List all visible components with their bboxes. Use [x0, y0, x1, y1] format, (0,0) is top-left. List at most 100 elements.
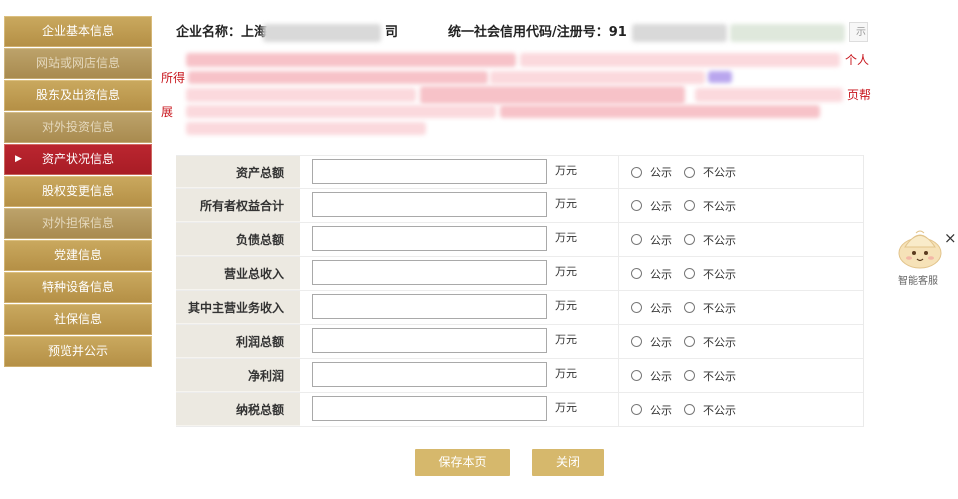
public-radio-label: 公示	[650, 403, 672, 417]
sidebar-item-shareholder-info[interactable]: 股东及出资信息	[4, 80, 152, 111]
radio-circle-icon[interactable]	[631, 200, 642, 211]
public-radio-label: 公示	[650, 335, 672, 349]
total-liabilities-input[interactable]	[312, 226, 547, 251]
radio-circle-icon[interactable]	[684, 166, 695, 178]
public-radio[interactable]: 公示	[631, 402, 672, 418]
public-radio[interactable]: 公示	[631, 232, 672, 248]
form-row-total-revenue: 营业总收入 万元 公示 不公示	[176, 257, 863, 291]
radio-circle-icon[interactable]	[631, 268, 642, 279]
public-radio-label: 公示	[650, 267, 672, 281]
disclosure-options: 公示 不公示	[618, 223, 863, 256]
field-label: 营业总收入	[176, 257, 300, 290]
private-radio[interactable]: 不公示	[684, 198, 736, 214]
private-radio[interactable]: 不公示	[684, 266, 736, 282]
sidebar-item-social-security[interactable]: 社保信息	[4, 304, 152, 335]
customer-service-label[interactable]: 智能客服	[898, 272, 938, 287]
notice-fragment: 所得	[161, 71, 186, 85]
disclosure-options: 公示 不公示	[618, 393, 863, 426]
radio-circle-icon[interactable]	[684, 234, 695, 245]
total-revenue-input[interactable]	[312, 260, 547, 285]
radio-circle-icon[interactable]	[631, 370, 642, 381]
side-tag[interactable]: 示	[849, 22, 868, 42]
radio-circle-icon[interactable]	[631, 234, 642, 245]
public-radio[interactable]: 公示	[631, 300, 672, 316]
radio-circle-icon[interactable]	[684, 302, 695, 313]
notice-redaction	[186, 105, 496, 118]
net-profit-input[interactable]	[312, 362, 547, 387]
main-business-revenue-input[interactable]	[312, 294, 547, 319]
notice-fragment: 页帮	[847, 88, 872, 102]
private-radio[interactable]: 不公示	[684, 300, 736, 316]
private-radio-label: 不公示	[703, 301, 736, 315]
sidebar-item-investment-info[interactable]: 对外投资信息	[4, 112, 152, 143]
notice-redaction	[500, 105, 820, 118]
radio-circle-icon[interactable]	[684, 370, 695, 381]
radio-circle-icon[interactable]	[631, 302, 642, 313]
radio-circle-icon[interactable]	[684, 336, 695, 347]
sidebar-item-website-info[interactable]: 网站或网店信息	[4, 48, 152, 79]
public-radio-label: 公示	[650, 301, 672, 315]
sidebar-item-label: 党建信息	[53, 248, 102, 262]
save-page-button[interactable]: 保存本页	[415, 449, 510, 476]
notice-redaction	[188, 71, 488, 84]
notice-redaction	[708, 71, 732, 83]
public-radio[interactable]: 公示	[631, 198, 672, 214]
private-radio[interactable]: 不公示	[684, 334, 736, 350]
public-radio[interactable]: 公示	[631, 334, 672, 350]
notice-redaction	[695, 88, 843, 102]
company-name-redaction	[263, 24, 381, 42]
radio-circle-icon[interactable]	[684, 200, 695, 211]
radio-circle-icon[interactable]	[631, 166, 642, 178]
field-label: 净利润	[176, 359, 300, 392]
sidebar-item-guarantee-info[interactable]: 对外担保信息	[4, 208, 152, 239]
close-button[interactable]: 关闭	[532, 449, 604, 476]
sidebar-item-basic-info[interactable]: 企业基本信息	[4, 16, 152, 47]
private-radio[interactable]: 不公示	[684, 232, 736, 248]
sidebar-item-asset-status[interactable]: ▶ 资产状况信息	[4, 144, 152, 175]
credit-code-redaction	[632, 24, 727, 42]
sidebar-item-label: 资产状况信息	[41, 152, 114, 166]
company-name-label: 企业名称：上海	[176, 25, 268, 40]
field-label: 资产总额	[176, 156, 300, 188]
notice-redaction	[186, 53, 516, 67]
radio-circle-icon[interactable]	[684, 404, 695, 415]
customer-service-mascot-icon[interactable]	[895, 222, 945, 272]
disclosure-options: 公示 不公示	[618, 189, 863, 222]
public-radio-label: 公示	[650, 199, 672, 213]
notice-redaction	[490, 71, 705, 84]
credit-code-label: 统一社会信用代码/注册号：91	[448, 25, 627, 40]
private-radio-label: 不公示	[703, 403, 736, 417]
sidebar-item-equity-change[interactable]: 股权变更信息	[4, 176, 152, 207]
field-label: 其中主营业务收入	[176, 291, 300, 324]
private-radio-label: 不公示	[703, 267, 736, 281]
radio-circle-icon[interactable]	[631, 336, 642, 347]
total-tax-input[interactable]	[312, 396, 547, 421]
total-assets-input[interactable]	[312, 159, 547, 184]
public-radio[interactable]: 公示	[631, 164, 672, 180]
sidebar-item-special-equipment[interactable]: 特种设备信息	[4, 272, 152, 303]
sidebar-item-party-building[interactable]: 党建信息	[4, 240, 152, 271]
sidebar-item-label: 对外担保信息	[41, 216, 114, 230]
field-label: 利润总额	[176, 325, 300, 358]
radio-circle-icon[interactable]	[684, 268, 695, 279]
sidebar-item-label: 企业基本信息	[41, 24, 114, 38]
sidebar-item-preview-publish[interactable]: 预览并公示	[4, 336, 152, 367]
total-profit-input[interactable]	[312, 328, 547, 353]
public-radio[interactable]: 公示	[631, 368, 672, 384]
private-radio[interactable]: 不公示	[684, 164, 736, 180]
public-radio[interactable]: 公示	[631, 266, 672, 282]
active-arrow-icon: ▶	[15, 154, 22, 164]
company-name-suffix: 司	[385, 25, 399, 40]
private-radio[interactable]: 不公示	[684, 402, 736, 418]
radio-circle-icon[interactable]	[631, 404, 642, 415]
notice-fragment: 展	[161, 105, 174, 119]
owner-equity-input[interactable]	[312, 192, 547, 217]
public-radio-label: 公示	[650, 166, 672, 179]
sidebar-item-label: 对外投资信息	[41, 120, 114, 134]
widget-close-icon[interactable]: ×	[944, 229, 957, 247]
private-radio-label: 不公示	[703, 199, 736, 213]
private-radio[interactable]: 不公示	[684, 368, 736, 384]
private-radio-label: 不公示	[703, 233, 736, 247]
notice-redaction	[520, 53, 840, 67]
field-label: 所有者权益合计	[176, 189, 300, 222]
